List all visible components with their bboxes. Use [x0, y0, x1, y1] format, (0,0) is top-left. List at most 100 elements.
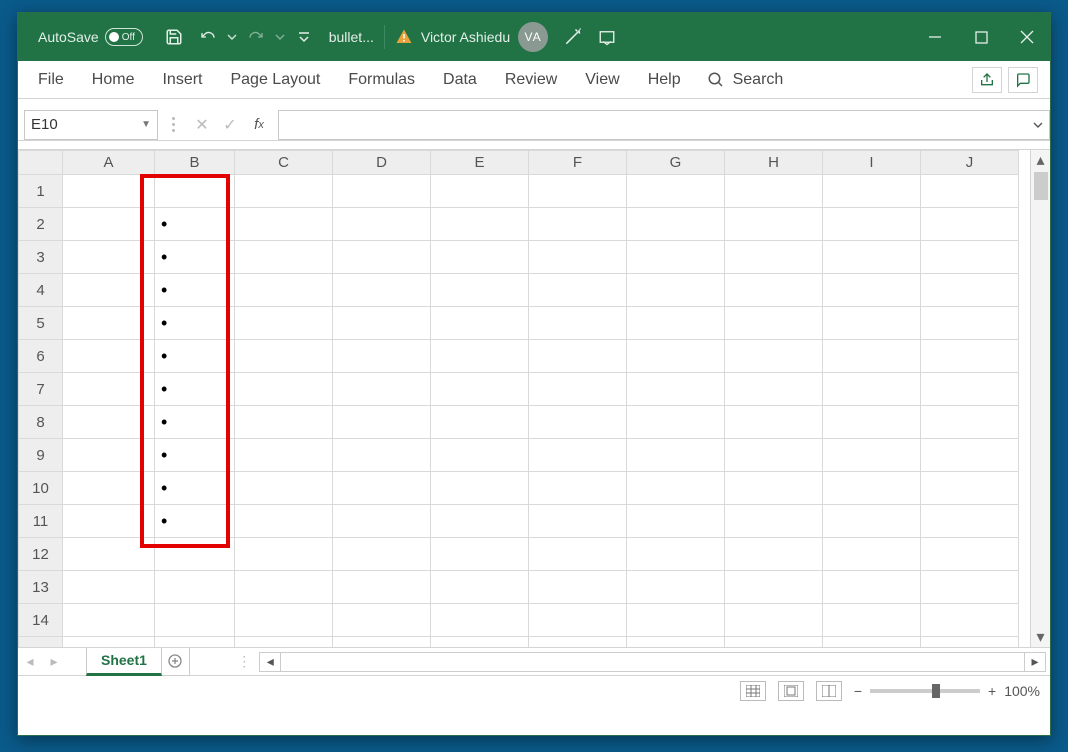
- cell[interactable]: [529, 505, 627, 538]
- row-header[interactable]: 13: [19, 571, 63, 604]
- cell[interactable]: [725, 538, 823, 571]
- cell[interactable]: [431, 274, 529, 307]
- cell[interactable]: [431, 439, 529, 472]
- cell[interactable]: [823, 637, 921, 648]
- cell[interactable]: [725, 505, 823, 538]
- cell[interactable]: [235, 175, 333, 208]
- cell[interactable]: [63, 274, 155, 307]
- zoom-control[interactable]: − + 100%: [854, 683, 1040, 699]
- cell[interactable]: •: [155, 340, 235, 373]
- cell[interactable]: [333, 472, 431, 505]
- cell[interactable]: [725, 373, 823, 406]
- new-sheet-button[interactable]: [162, 648, 190, 676]
- column-header[interactable]: G: [627, 151, 725, 175]
- row-header[interactable]: 12: [19, 538, 63, 571]
- cell[interactable]: [235, 472, 333, 505]
- cell[interactable]: [235, 538, 333, 571]
- close-button[interactable]: [1004, 13, 1050, 61]
- cell[interactable]: [333, 637, 431, 648]
- cell[interactable]: •: [155, 373, 235, 406]
- cell[interactable]: [431, 208, 529, 241]
- cell[interactable]: [333, 175, 431, 208]
- undo-icon[interactable]: [191, 13, 225, 61]
- zoom-out-icon[interactable]: −: [854, 683, 862, 699]
- cell[interactable]: [235, 307, 333, 340]
- cell[interactable]: [627, 307, 725, 340]
- cell[interactable]: [235, 571, 333, 604]
- cell[interactable]: [63, 373, 155, 406]
- cell[interactable]: •: [155, 307, 235, 340]
- cell[interactable]: [333, 307, 431, 340]
- cell[interactable]: [725, 604, 823, 637]
- row-header[interactable]: 6: [19, 340, 63, 373]
- cell[interactable]: [627, 604, 725, 637]
- cell[interactable]: [823, 340, 921, 373]
- row-header[interactable]: 8: [19, 406, 63, 439]
- row-header[interactable]: 5: [19, 307, 63, 340]
- hscroll-left-icon[interactable]: ◂: [259, 652, 281, 672]
- cell[interactable]: [823, 571, 921, 604]
- cell[interactable]: [333, 373, 431, 406]
- cell[interactable]: [627, 538, 725, 571]
- cell[interactable]: [921, 637, 1019, 648]
- cell[interactable]: [333, 604, 431, 637]
- save-icon[interactable]: [157, 13, 191, 61]
- column-header[interactable]: J: [921, 151, 1019, 175]
- cell[interactable]: [431, 571, 529, 604]
- cell[interactable]: [63, 571, 155, 604]
- cell[interactable]: [235, 439, 333, 472]
- user-account[interactable]: Victor Ashiedu VA: [421, 22, 548, 52]
- cell[interactable]: [627, 274, 725, 307]
- cell[interactable]: [63, 175, 155, 208]
- cell[interactable]: [155, 571, 235, 604]
- coming-soon-icon[interactable]: [556, 13, 590, 61]
- cell[interactable]: •: [155, 406, 235, 439]
- cell[interactable]: [431, 241, 529, 274]
- zoom-level[interactable]: 100%: [1004, 683, 1040, 699]
- cell[interactable]: [529, 538, 627, 571]
- cell[interactable]: [823, 307, 921, 340]
- column-header[interactable]: I: [823, 151, 921, 175]
- view-page-layout-icon[interactable]: [778, 681, 804, 701]
- row-header[interactable]: 11: [19, 505, 63, 538]
- cell[interactable]: [431, 604, 529, 637]
- cell[interactable]: [333, 274, 431, 307]
- cell[interactable]: [529, 241, 627, 274]
- row-header[interactable]: 2: [19, 208, 63, 241]
- cell[interactable]: [725, 175, 823, 208]
- share-button[interactable]: [972, 67, 1002, 93]
- ribbon-display-icon[interactable]: [590, 13, 624, 61]
- cell[interactable]: [627, 571, 725, 604]
- cell[interactable]: [921, 505, 1019, 538]
- cell[interactable]: [63, 406, 155, 439]
- cell[interactable]: [431, 472, 529, 505]
- undo-dropdown-icon[interactable]: [225, 13, 239, 61]
- cell[interactable]: [529, 340, 627, 373]
- enter-icon[interactable]: ✓: [216, 110, 244, 140]
- column-header[interactable]: H: [725, 151, 823, 175]
- cell[interactable]: [529, 406, 627, 439]
- comments-button[interactable]: [1008, 67, 1038, 93]
- cell[interactable]: [235, 637, 333, 648]
- scroll-up-icon[interactable]: ▴: [1031, 150, 1050, 170]
- cell[interactable]: [333, 208, 431, 241]
- cell[interactable]: •: [155, 505, 235, 538]
- cell[interactable]: •: [155, 439, 235, 472]
- ribbon-tab-view[interactable]: View: [571, 61, 633, 99]
- cell[interactable]: [529, 604, 627, 637]
- cell[interactable]: [627, 340, 725, 373]
- cell[interactable]: [333, 340, 431, 373]
- cell[interactable]: [823, 208, 921, 241]
- view-normal-icon[interactable]: [740, 681, 766, 701]
- cell[interactable]: [823, 439, 921, 472]
- sheet-tab-active[interactable]: Sheet1: [86, 648, 162, 676]
- vertical-scrollbar[interactable]: ▴ ▾: [1030, 150, 1050, 647]
- column-header[interactable]: E: [431, 151, 529, 175]
- cell[interactable]: [725, 274, 823, 307]
- ribbon-tab-page-layout[interactable]: Page Layout: [216, 61, 334, 99]
- ribbon-tab-file[interactable]: File: [24, 61, 78, 99]
- cell[interactable]: [333, 439, 431, 472]
- cell[interactable]: [921, 340, 1019, 373]
- view-page-break-icon[interactable]: [816, 681, 842, 701]
- cancel-icon[interactable]: ✕: [188, 110, 216, 140]
